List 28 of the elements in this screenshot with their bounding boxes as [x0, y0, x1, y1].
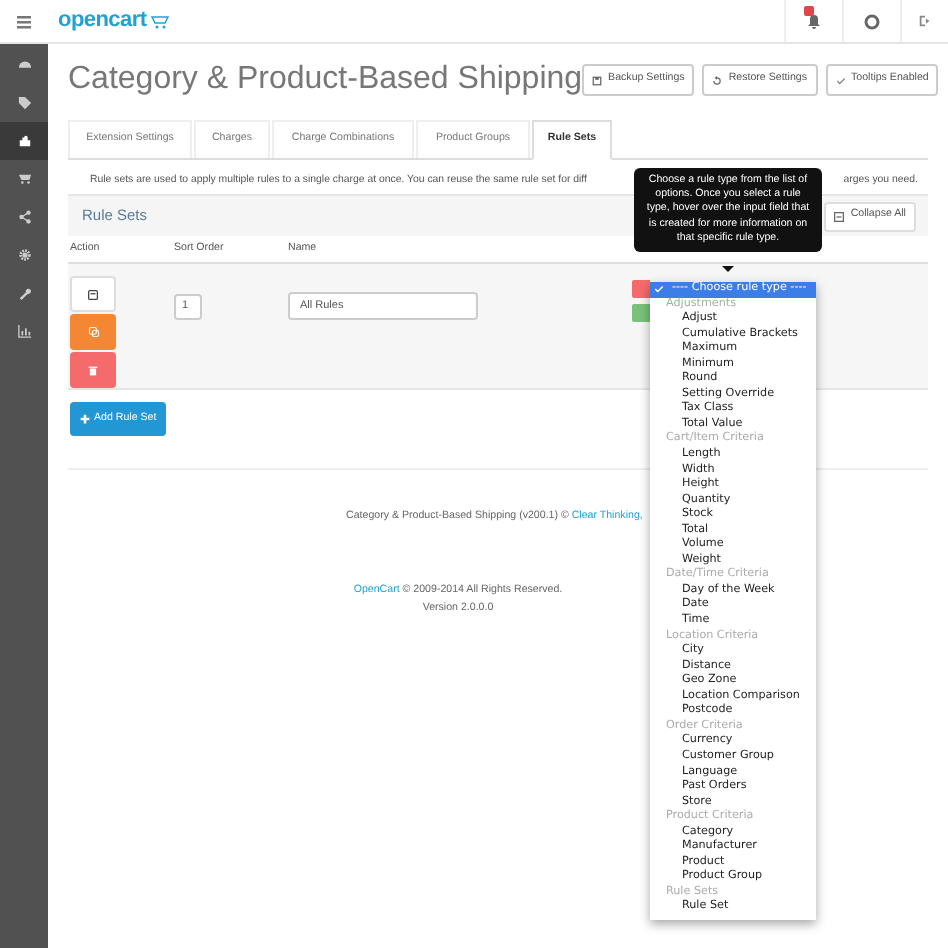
tooltip-arrow-icon [722, 266, 734, 272]
sidebar-item[interactable] [0, 122, 48, 160]
cart-logo-icon [150, 13, 171, 29]
page-title: Category & Product-Based Shipping [68, 60, 583, 100]
check-icon [835, 75, 845, 85]
undo-icon [712, 75, 723, 85]
menu-icon [16, 13, 32, 29]
tag-icon [17, 96, 31, 110]
delete-button[interactable] [70, 352, 116, 388]
trash-icon [88, 365, 98, 375]
bell-icon [806, 13, 822, 29]
save-icon [592, 75, 603, 85]
expand-icon [88, 289, 98, 299]
sign-out-icon [918, 14, 932, 28]
lifebuoy-icon [864, 13, 880, 29]
check-icon [654, 284, 664, 295]
settings-icon [17, 248, 31, 262]
collapse-icon [834, 211, 845, 221]
copy-icon [87, 326, 99, 338]
dropdown-list[interactable] [650, 282, 816, 920]
dashboard-icon [17, 58, 31, 72]
notification-badge [804, 6, 814, 16]
cart-icon [17, 172, 31, 186]
bar-chart-icon [17, 324, 31, 338]
plus-icon [80, 414, 90, 424]
logo-text: opencart [58, 6, 147, 37]
share-icon [17, 210, 31, 224]
expand-button[interactable] [70, 276, 116, 312]
